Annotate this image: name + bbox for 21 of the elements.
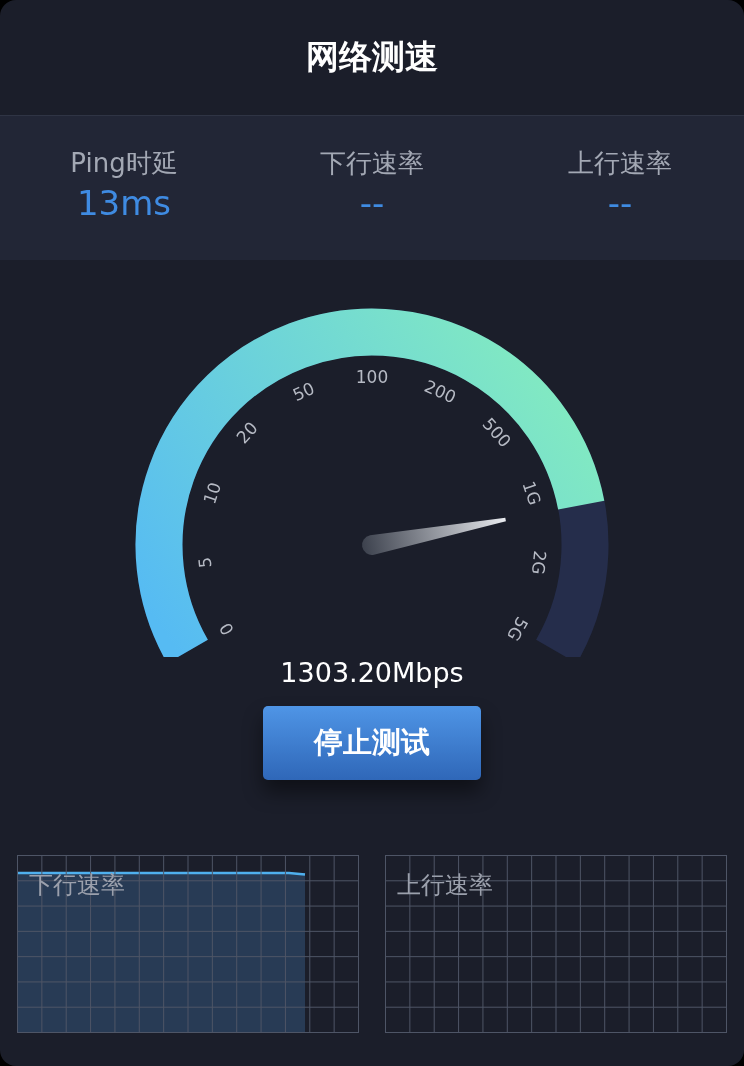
speed-reading: 1303.20Mbps <box>280 657 464 688</box>
stat-label: 下行速率 <box>320 147 424 180</box>
window-title: 网络测速 <box>306 36 438 78</box>
stat-value: -- <box>607 183 633 223</box>
scale-label: 10 <box>199 479 226 507</box>
stop-test-button[interactable]: 停止测试 <box>263 706 481 780</box>
scale-label: 100 <box>355 367 389 387</box>
stat-value: 13ms <box>76 183 172 223</box>
stat-value: -- <box>359 183 385 223</box>
scale-label: 2G <box>527 549 551 576</box>
scale-label: 0 <box>215 619 238 639</box>
chart-label: 上行速率 <box>397 870 493 901</box>
stat-label: 上行速率 <box>568 147 672 180</box>
chart-label: 下行速率 <box>29 870 125 901</box>
scale-label: 20 <box>232 417 262 448</box>
scale-label: 200 <box>421 375 460 408</box>
scale-label: 50 <box>289 378 318 406</box>
scale-label: 1G <box>518 478 545 508</box>
scale-label: 5 <box>194 556 216 569</box>
scale-label: 5G <box>502 613 533 645</box>
stat-label: Ping时延 <box>70 147 178 180</box>
